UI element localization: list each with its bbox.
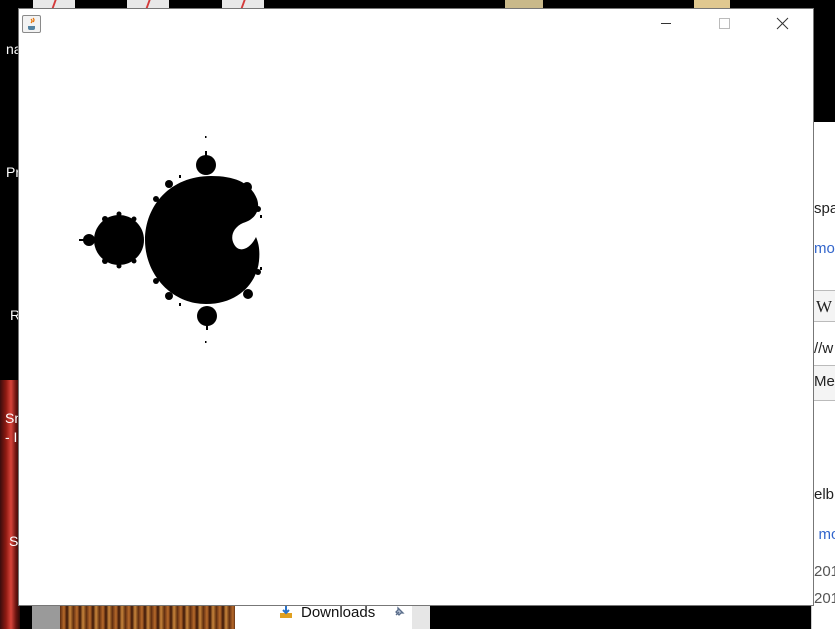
desktop-icon-label[interactable]: - I	[5, 429, 17, 445]
minimize-icon	[661, 23, 671, 24]
bg-date: 201	[814, 563, 835, 580]
mandelbrot-set	[79, 136, 262, 343]
close-button[interactable]	[760, 9, 806, 39]
pin-icon[interactable]	[393, 606, 405, 618]
bg-text: spa	[814, 200, 835, 217]
maximize-icon	[719, 18, 730, 29]
taskbar-thumbnail[interactable]	[127, 0, 169, 9]
wikipedia-icon: W	[816, 297, 833, 316]
taskbar-thumbnail[interactable]	[33, 0, 75, 9]
close-icon	[776, 17, 789, 30]
bg-date: 201	[814, 590, 835, 607]
drawing-canvas[interactable]	[19, 39, 813, 605]
bg-button[interactable]: W	[812, 290, 835, 322]
taskbar-thumbnail[interactable]	[505, 0, 543, 9]
bg-link[interactable]: e mo	[812, 526, 835, 543]
java-app-window[interactable]	[19, 9, 813, 605]
wallpaper	[60, 603, 235, 629]
background-browser-window[interactable]: spa mo W //w Mes elb e mo 201 201	[811, 122, 835, 629]
minimize-button[interactable]	[643, 9, 689, 39]
title-bar[interactable]	[19, 9, 813, 39]
file-explorer-nav[interactable]: Downloads	[235, 603, 430, 629]
taskbar-thumbnail[interactable]	[694, 0, 730, 9]
java-coffee-cup-icon[interactable]	[22, 15, 41, 33]
downloads-label[interactable]: Downloads	[301, 604, 375, 621]
taskbar-thumbnail[interactable]	[222, 0, 264, 9]
bg-field[interactable]: Mes	[812, 365, 835, 401]
bg-text: elb	[814, 486, 835, 503]
bg-link[interactable]: mo	[814, 240, 835, 257]
desktop-icon-label[interactable]: Pr	[6, 164, 20, 180]
downloads-icon	[280, 606, 292, 618]
maximize-button[interactable]	[701, 9, 747, 39]
bg-text: Mes	[814, 373, 835, 390]
wallpaper	[32, 603, 60, 629]
bg-url-text: //w	[814, 340, 834, 357]
scrollbar[interactable]	[412, 603, 430, 629]
